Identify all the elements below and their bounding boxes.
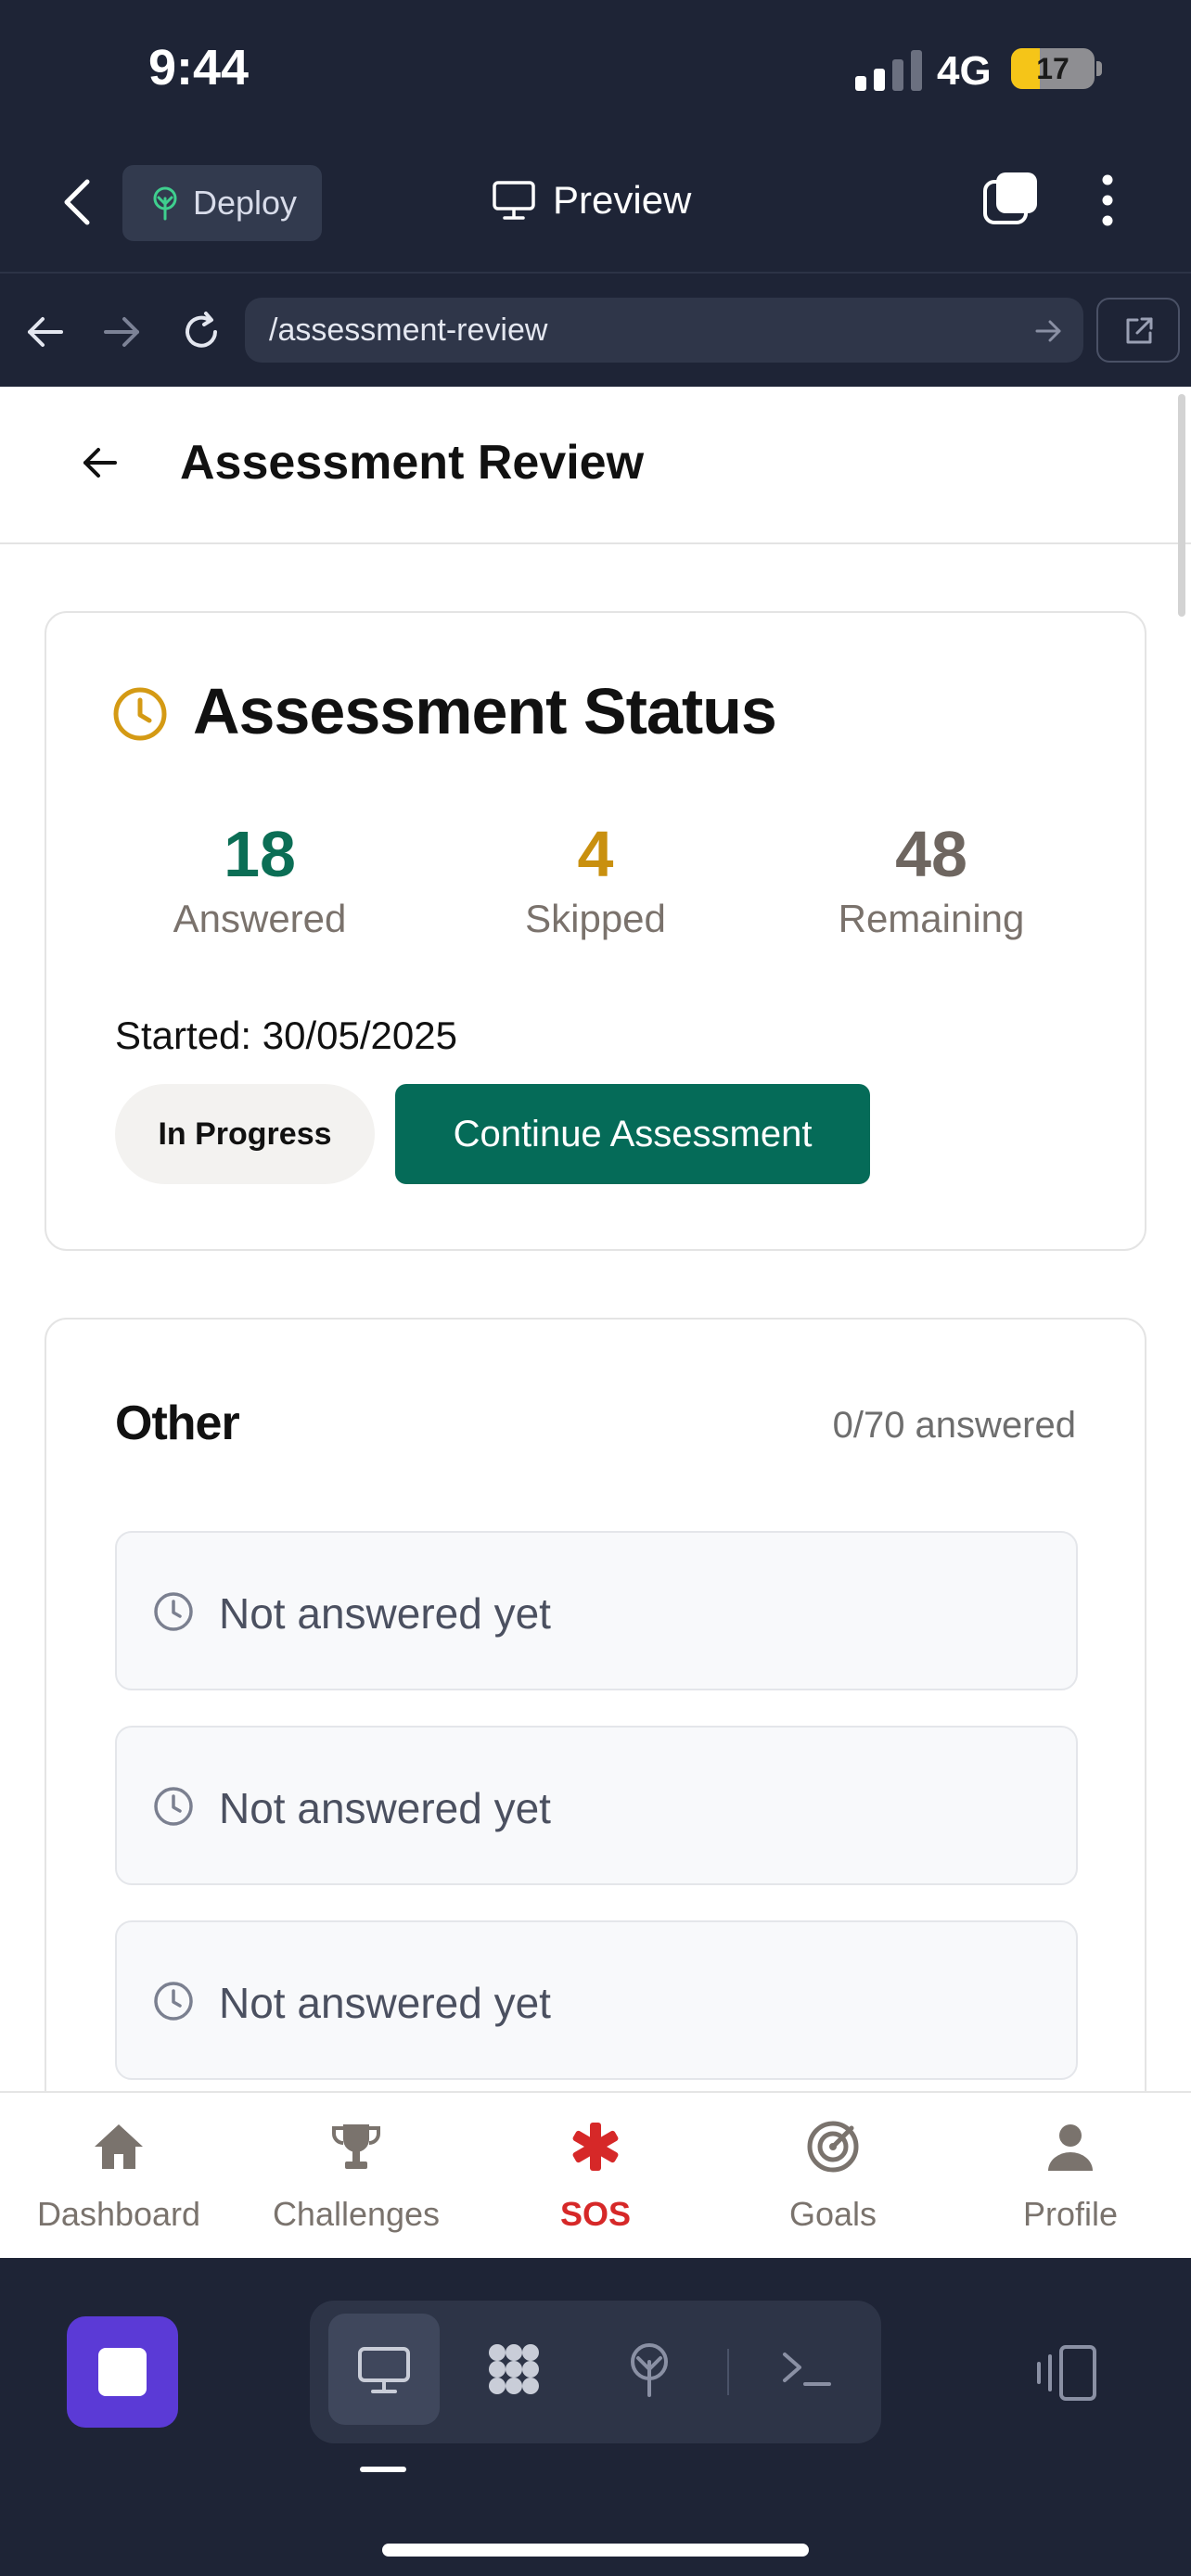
clock-icon: [154, 1982, 193, 2021]
status-bar: 9:44 4G 17: [0, 0, 1191, 139]
network-type: 4G: [937, 48, 992, 94]
nav-label: Challenges: [272, 2195, 441, 2233]
target-icon: [807, 2121, 859, 2173]
section-title: Other: [115, 1396, 240, 1450]
status-time: 9:44: [148, 40, 250, 96]
arrow-right-icon[interactable]: [100, 311, 143, 353]
nav-label: SOS: [559, 2195, 632, 2233]
dev-toolbar: [0, 2258, 1191, 2576]
stat-label: Skipped: [525, 897, 666, 940]
question-item[interactable]: Not answered yet: [115, 1726, 1078, 1885]
go-arrow-icon[interactable]: [1033, 316, 1063, 346]
url-field[interactable]: /assessment-review: [245, 298, 1083, 363]
bottom-nav: Dashboard Challenges SOS Goals Profile: [0, 2091, 1191, 2258]
battery-tip: [1096, 61, 1102, 76]
apps-view-button[interactable]: [458, 2314, 570, 2425]
device-rotate-icon[interactable]: [1033, 2343, 1100, 2403]
deploy-icon: [631, 2343, 668, 2397]
nav-profile[interactable]: Profile: [952, 2093, 1189, 2260]
grid-blob-icon: [489, 2344, 539, 2394]
battery-icon: 17: [1011, 48, 1095, 89]
url-text: /assessment-review: [269, 312, 548, 348]
back-arrow-icon[interactable]: [78, 440, 122, 485]
trophy-icon: [332, 2124, 380, 2169]
nav-label: Dashboard: [36, 2195, 201, 2233]
page-header: Assessment Review: [0, 387, 1191, 544]
stop-button[interactable]: [67, 2316, 178, 2428]
reload-icon[interactable]: [180, 311, 223, 353]
stat-value: 18: [224, 818, 296, 890]
stat-answered: 18 Answered: [93, 817, 427, 941]
stat-value: 48: [895, 818, 967, 890]
question-item[interactable]: Not answered yet: [115, 1531, 1078, 1690]
stat-label: Remaining: [838, 897, 1025, 940]
nav-sos[interactable]: SOS: [477, 2093, 714, 2260]
deploy-icon: [153, 186, 177, 221]
external-link-icon: [1126, 317, 1153, 344]
clock-icon: [154, 1787, 193, 1826]
status-card-title: Assessment Status: [193, 675, 777, 747]
arrow-left-icon[interactable]: [24, 311, 67, 353]
terminal-icon: [783, 2353, 831, 2386]
user-icon: [1048, 2124, 1093, 2171]
page-content: Assessment Review Assessment Status 18 A…: [0, 387, 1191, 2091]
page-title: Assessment Review: [180, 436, 645, 490]
preview-label: Preview: [553, 178, 692, 222]
segment-divider: [727, 2349, 729, 2395]
app-top-bar: Deploy Preview: [0, 139, 1191, 274]
console-view-button[interactable]: [751, 2314, 863, 2425]
nav-label: Profile: [1022, 2195, 1119, 2233]
tabs-icon[interactable]: [981, 171, 1039, 228]
home-icon: [95, 2124, 143, 2169]
nav-goals[interactable]: Goals: [714, 2093, 952, 2260]
preview-view-button[interactable]: [328, 2314, 440, 2425]
assessment-status-card: Assessment Status 18 Answered 4 Skipped …: [45, 611, 1146, 1251]
section-answered-count: 0/70 answered: [832, 1405, 1076, 1446]
question-status: Not answered yet: [219, 1784, 551, 1832]
scrollbar[interactable]: [1178, 394, 1185, 617]
nav-dashboard[interactable]: Dashboard: [0, 2093, 237, 2260]
asterisk-icon: [572, 2123, 619, 2171]
deploy-label: Deploy: [193, 184, 298, 222]
stop-icon: [98, 2348, 147, 2396]
signal-icon: [855, 48, 922, 91]
question-status: Not answered yet: [219, 1589, 551, 1638]
deploy-button[interactable]: Deploy: [122, 165, 322, 241]
open-external-button[interactable]: [1096, 298, 1180, 363]
monitor-icon: [358, 2347, 410, 2393]
deploy-view-button[interactable]: [594, 2314, 705, 2425]
continue-assessment-button[interactable]: Continue Assessment: [395, 1084, 870, 1184]
clock-icon: [113, 687, 167, 741]
battery-level: 17: [1036, 52, 1069, 85]
nav-challenges[interactable]: Challenges: [237, 2093, 475, 2260]
active-view-indicator: [360, 2467, 406, 2472]
question-status: Not answered yet: [219, 1979, 551, 2027]
stat-remaining: 48 Remaining: [764, 817, 1098, 941]
more-vertical-icon[interactable]: [1089, 171, 1126, 230]
stat-label: Answered: [173, 897, 347, 940]
nav-label: Goals: [788, 2195, 877, 2233]
monitor-icon: [493, 181, 535, 220]
browser-url-row: /assessment-review: [0, 275, 1191, 387]
stat-skipped: 4 Skipped: [429, 817, 762, 941]
clock-icon: [154, 1592, 193, 1631]
question-item[interactable]: Not answered yet: [115, 1920, 1078, 2080]
started-date: Started: 30/05/2025: [115, 1014, 457, 1057]
other-section-card: Other 0/70 answered Not answered yet Not…: [45, 1318, 1146, 2091]
view-switcher: [310, 2301, 881, 2443]
stat-value: 4: [577, 818, 614, 890]
status-badge: In Progress: [115, 1084, 375, 1184]
home-indicator: [382, 2544, 809, 2557]
chevron-left-icon[interactable]: [56, 174, 100, 230]
